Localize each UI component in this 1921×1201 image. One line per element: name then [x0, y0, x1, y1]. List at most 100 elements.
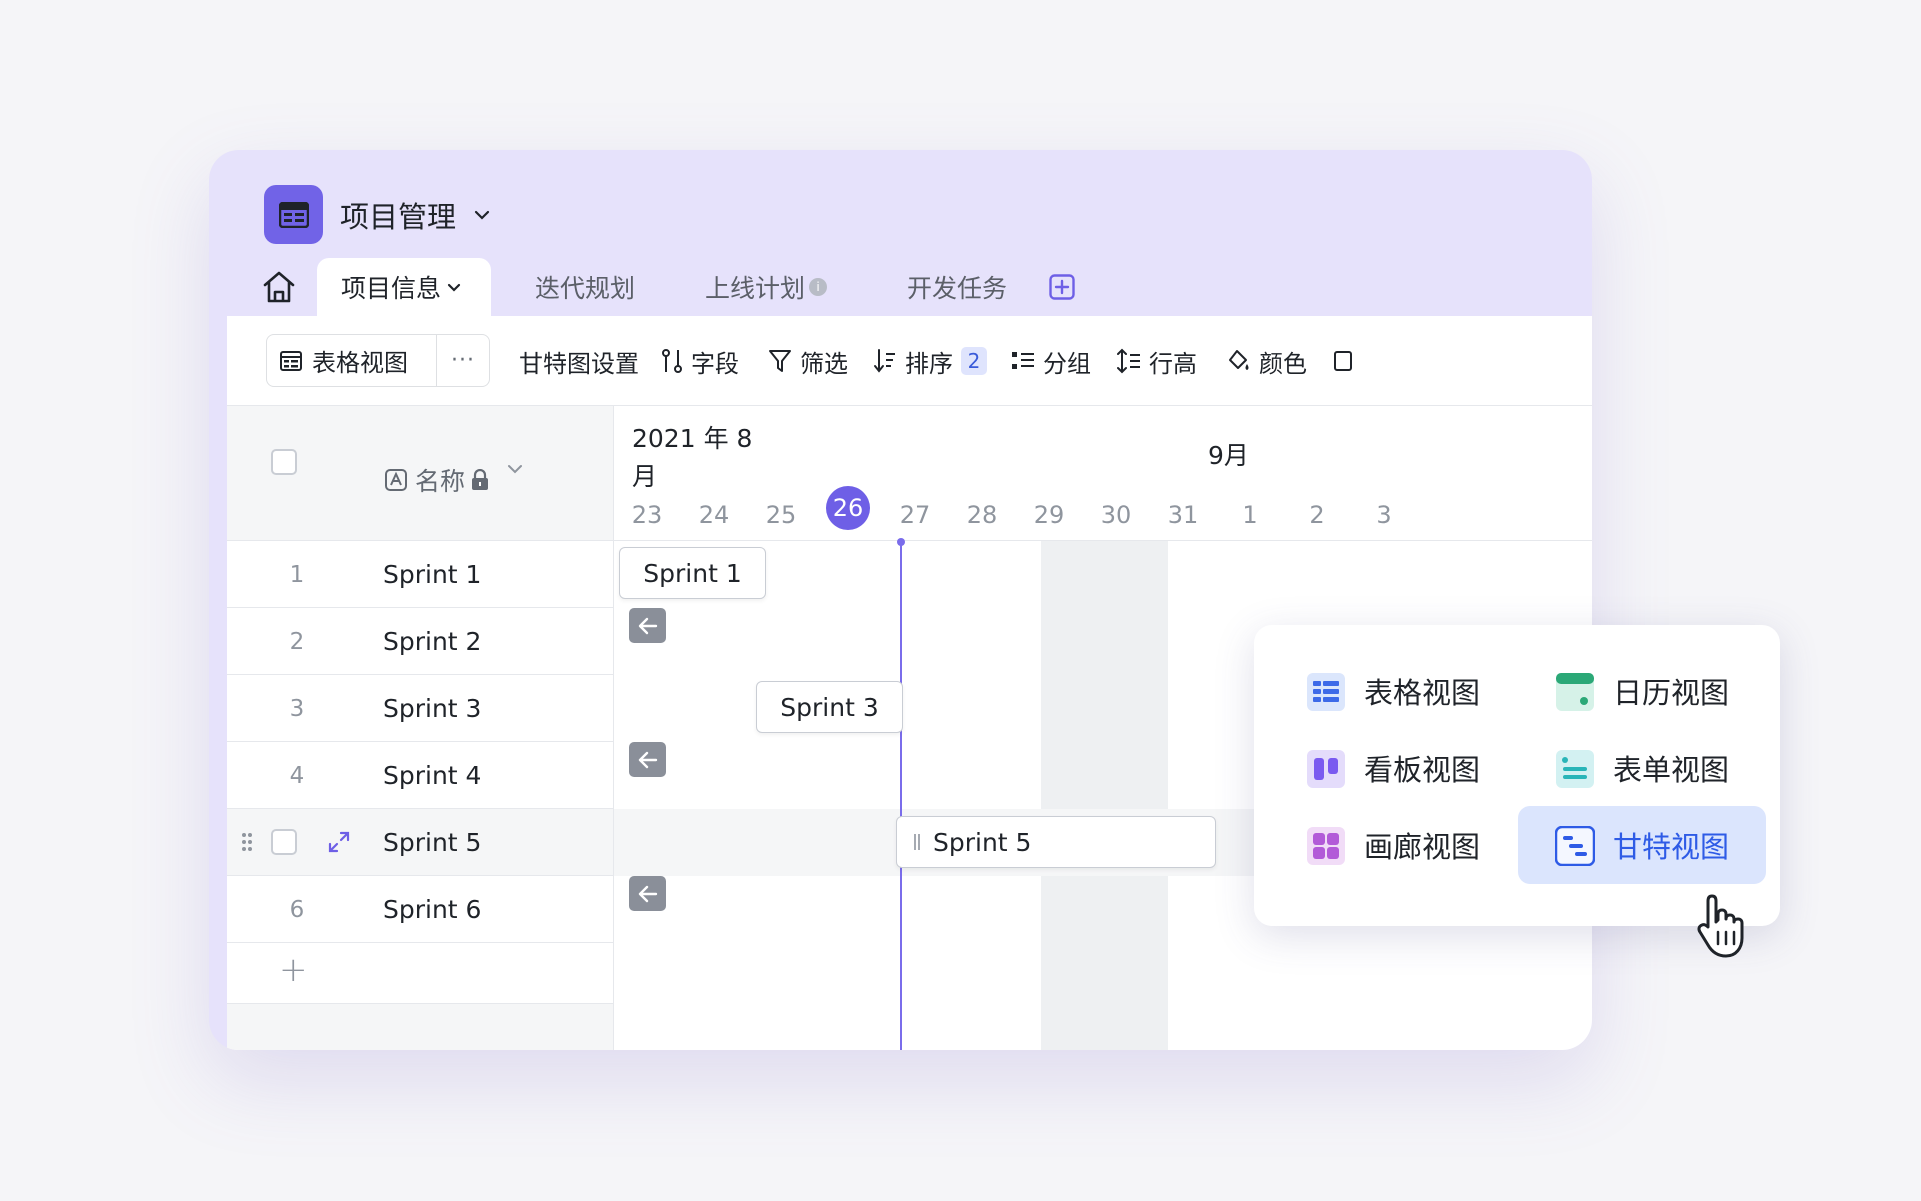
add-row-button[interactable]: + [227, 936, 614, 1004]
text-field-icon [385, 469, 407, 491]
app-title[interactable]: 项目管理 [340, 194, 456, 236]
menu-item-grid-view[interactable]: 表格视图 [1258, 652, 1508, 730]
row-checkbox[interactable] [271, 829, 297, 855]
toolbar-overflow-icon[interactable] [1333, 344, 1361, 378]
grid-view-icon [1307, 673, 1345, 711]
menu-item-label: 看板视图 [1364, 753, 1481, 787]
menu-item-label: 甘特视图 [1613, 830, 1730, 864]
sort-button[interactable]: 排序 2 [873, 344, 987, 378]
row-name[interactable]: Sprint 1 [383, 541, 481, 608]
lock-icon [472, 469, 489, 490]
kanban-view-icon [1307, 750, 1345, 788]
day-label: 28 [966, 501, 998, 529]
day-label: 24 [698, 501, 730, 529]
row-name[interactable]: Sprint 5 [383, 809, 481, 876]
row-number: 3 [289, 695, 305, 722]
fields-icon [662, 349, 682, 373]
home-icon[interactable] [249, 258, 309, 316]
row-name[interactable]: Sprint 2 [383, 608, 481, 675]
arrow-left-icon[interactable] [629, 608, 666, 643]
group-icon [1012, 352, 1034, 369]
expand-icon[interactable] [328, 831, 350, 853]
chevron-down-icon [447, 283, 461, 292]
tab-dev-tasks[interactable]: 开发任务 [885, 258, 1029, 316]
gantt-bar[interactable]: Sprint 5 [896, 816, 1216, 868]
menu-item-calendar-view[interactable]: 日历视图 [1507, 652, 1757, 730]
menu-item-gallery-view[interactable]: 画廊视图 [1258, 806, 1508, 884]
add-icon: + [279, 950, 308, 990]
gantt-bar[interactable]: Sprint 1 [619, 547, 766, 599]
add-tab-icon[interactable] [1049, 258, 1075, 316]
gantt-bar[interactable]: Sprint 3 [756, 681, 903, 733]
row-name[interactable]: Sprint 4 [383, 742, 481, 809]
chevron-down-icon[interactable] [474, 210, 490, 220]
resize-handle-icon[interactable] [913, 833, 921, 851]
tab-label: 上线计划 [705, 274, 806, 303]
menu-item-gantt-view[interactable]: 甘特视图 [1518, 806, 1766, 884]
view-switcher-button[interactable]: 表格视图 ··· [266, 334, 490, 387]
row-number: 1 [289, 561, 305, 588]
menu-item-label: 画廊视图 [1364, 830, 1481, 864]
table-row[interactable]: Sprint 5 [227, 809, 614, 876]
view-label: 表格视图 [312, 349, 408, 377]
row-height-button[interactable]: 行高 [1117, 344, 1197, 378]
tab-release-plan[interactable]: 上线计划 i [683, 258, 849, 316]
table-row[interactable]: 6 Sprint 6 [227, 876, 614, 943]
chevron-down-icon[interactable] [507, 464, 523, 474]
month-label: 2021 年 8 月 [632, 424, 753, 491]
row-name[interactable]: Sprint 3 [383, 675, 481, 742]
grid-view-icon [280, 350, 302, 371]
day-label: 2 [1309, 501, 1325, 529]
menu-item-label: 表格视图 [1364, 676, 1481, 710]
filter-icon [769, 350, 791, 372]
day-label: 25 [765, 501, 797, 529]
month-label: 9月 [1208, 441, 1249, 470]
gantt-view-icon [1555, 826, 1595, 866]
menu-item-form-view[interactable]: 表单视图 [1507, 729, 1757, 807]
gallery-view-icon [1307, 827, 1345, 865]
row-height-icon [1117, 348, 1140, 374]
form-view-icon [1556, 750, 1594, 788]
app-header: 项目管理 [264, 185, 490, 244]
table-row[interactable]: 4 Sprint 4 [227, 742, 614, 809]
arrow-left-icon[interactable] [629, 876, 666, 911]
gantt-settings-label: 甘特图设置 [519, 349, 639, 378]
filter-button[interactable]: 筛选 [768, 344, 848, 378]
day-label: 31 [1167, 501, 1199, 529]
name-column-header[interactable]: 名称 [385, 462, 489, 498]
sort-label: 排序 [905, 349, 953, 378]
gantt-timeline-header: 2021 年 8 月 9月 23 24 25 26 27 28 29 30 31 1 2 3 [614, 406, 1592, 541]
arrow-left-icon[interactable] [629, 742, 666, 777]
gantt-settings-button[interactable]: 甘特图设置 [519, 344, 639, 378]
bar-label: Sprint 1 [643, 558, 742, 588]
weekend-band [1041, 541, 1168, 1050]
today-line [900, 541, 902, 1050]
row-name[interactable]: Sprint 6 [383, 876, 481, 943]
more-options-button[interactable]: ··· [437, 335, 489, 386]
select-all-checkbox[interactable] [271, 449, 297, 475]
tab-project-info[interactable]: 项目信息 [317, 258, 491, 316]
sort-icon [874, 349, 895, 373]
group-button[interactable]: 分组 [1011, 344, 1091, 378]
group-label: 分组 [1043, 349, 1091, 378]
tab-iteration-planning[interactable]: 迭代规划 [513, 258, 657, 316]
day-label: 30 [1100, 501, 1132, 529]
row-number: 2 [289, 628, 305, 655]
column-name-label: 名称 [415, 467, 466, 496]
table-row[interactable]: 3 Sprint 3 [227, 675, 614, 742]
table-row[interactable]: 2 Sprint 2 [227, 608, 614, 675]
day-label: 27 [899, 501, 931, 529]
menu-item-label: 表单视图 [1613, 753, 1730, 787]
tab-label: 开发任务 [907, 274, 1008, 303]
hand-cursor-icon [1697, 894, 1744, 958]
info-icon: i [809, 278, 828, 296]
menu-item-kanban-view[interactable]: 看板视图 [1258, 729, 1508, 807]
table-row[interactable]: 1 Sprint 1 [227, 541, 614, 608]
grid-header: 名称 [227, 406, 614, 541]
day-label: 23 [631, 501, 663, 529]
filter-label: 筛选 [800, 349, 848, 378]
fields-button[interactable]: 字段 [661, 344, 739, 378]
drag-handle-icon[interactable] [241, 831, 253, 853]
color-button[interactable]: 颜色 [1227, 344, 1307, 378]
row-number: 4 [289, 762, 305, 789]
